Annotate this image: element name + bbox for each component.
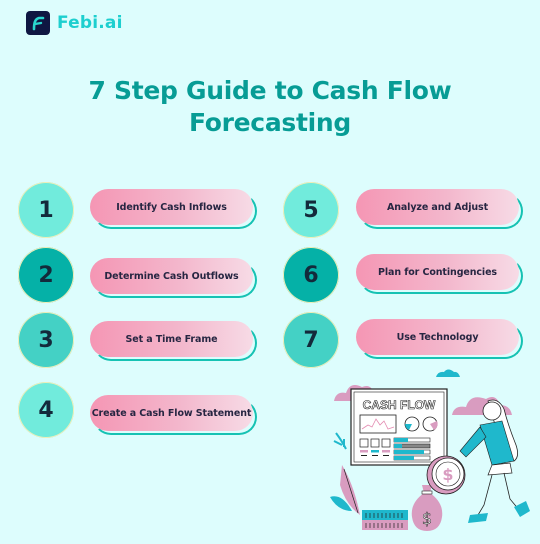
step-label: Set a Time Frame [90, 321, 253, 357]
board-title: CASH FLOW [363, 398, 436, 412]
step-number-badge: 4 [18, 382, 74, 438]
step-number-badge: 2 [18, 247, 74, 303]
title-line-1: 7 Step Guide to Cash Flow [88, 76, 452, 105]
step-number-badge: 5 [283, 182, 339, 238]
cash-flow-board: CASH FLOW [350, 388, 448, 466]
coin-icon: $ [426, 455, 466, 495]
page-title: 7 Step Guide to Cash Flow Forecasting [0, 75, 540, 139]
cash-flow-illustration: CASH FLOW $ $ [320, 365, 540, 540]
step-label: Use Technology [356, 319, 519, 355]
step-number-badge: 1 [18, 182, 74, 238]
bag-dollar-sign: $ [422, 509, 432, 528]
cash-stack-icon [362, 510, 408, 530]
step-number-badge: 3 [18, 312, 74, 368]
step-number-badge: 6 [283, 247, 339, 303]
febi-f-logo-icon [26, 11, 50, 35]
step-label: Analyze and Adjust [356, 189, 519, 225]
step-label: Identify Cash Inflows [90, 189, 253, 225]
cloud-icon [436, 369, 460, 377]
step-label: Determine Cash Outflows [90, 258, 253, 294]
step-label: Create a Cash Flow Statement [90, 395, 253, 431]
brand-logo: Febi.ai [26, 11, 123, 35]
coin-dollar-sign: $ [442, 465, 453, 484]
step-number-badge: 7 [283, 312, 339, 368]
brand-name: Febi.ai [57, 13, 123, 33]
woman-figure [459, 399, 530, 523]
step-label: Plan for Contingencies [356, 254, 519, 290]
title-line-2: Forecasting [188, 108, 351, 137]
